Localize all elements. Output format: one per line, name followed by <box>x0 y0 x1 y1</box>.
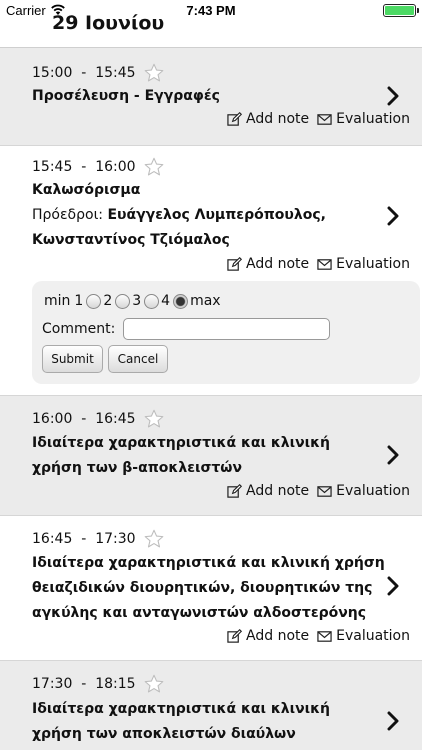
envelope-icon <box>317 630 332 642</box>
session-time: 15:00 - 15:45 <box>32 62 165 84</box>
time-separator: - <box>81 411 87 427</box>
chevron-right-icon[interactable] <box>386 206 400 226</box>
end-time: 15:45 <box>95 65 136 81</box>
add-note-button[interactable]: Add note <box>227 628 309 644</box>
envelope-icon <box>317 485 332 497</box>
evaluation-label: Evaluation <box>336 256 410 272</box>
min-label: min <box>44 293 71 309</box>
evaluation-button[interactable]: Evaluation <box>317 483 410 499</box>
max-label: max <box>190 293 221 309</box>
chevron-right-icon[interactable] <box>386 576 400 596</box>
end-time: 17:30 <box>95 531 136 547</box>
envelope-icon <box>317 258 332 270</box>
start-time: 15:45 <box>32 159 73 175</box>
status-bar: Carrier 7:43 PM <box>0 0 422 22</box>
session-actions: Add note Evaluation <box>219 111 410 127</box>
edit-icon <box>227 628 243 643</box>
star-icon[interactable] <box>143 673 165 695</box>
rating-radio-1[interactable] <box>86 293 102 309</box>
add-note-label: Add note <box>246 256 310 272</box>
edit-icon <box>227 111 243 126</box>
session-time: 16:00 - 16:45 <box>32 408 165 430</box>
session-actions: Add note Evaluation <box>219 256 410 272</box>
envelope-icon <box>317 113 332 125</box>
edit-icon <box>227 256 243 271</box>
session-actions: Add note Evaluation <box>219 483 410 499</box>
add-note-button[interactable]: Add note <box>227 483 309 499</box>
evaluation-label: Evaluation <box>336 483 410 499</box>
chairs-label: Πρόεδροι: <box>32 207 104 223</box>
end-time: 16:00 <box>95 159 136 175</box>
session-row[interactable]: 15:45 - 16:00 Καλωσόρισμα Πρόεδροι: Ευάγ… <box>0 146 422 396</box>
rating-option-label: 4 <box>161 293 171 309</box>
cancel-button[interactable]: Cancel <box>108 345 168 373</box>
time-separator: - <box>81 531 87 547</box>
start-time: 17:30 <box>32 676 73 692</box>
session-title: Ιδιαίτερα χαρακτηριστικά και κλινική χρή… <box>32 701 330 742</box>
evaluation-button[interactable]: Evaluation <box>317 111 410 127</box>
session-time: 15:45 - 16:00 <box>32 156 165 178</box>
start-time: 16:00 <box>32 411 73 427</box>
end-time: 18:15 <box>95 676 136 692</box>
end-time: 16:45 <box>95 411 136 427</box>
comment-input[interactable] <box>123 318 331 340</box>
add-note-button[interactable]: Add note <box>227 111 309 127</box>
rating-option-label: 3 <box>132 293 142 309</box>
add-note-button[interactable]: Add note <box>227 256 309 272</box>
evaluation-label: Evaluation <box>336 111 410 127</box>
session-row[interactable]: 17:30 - 18:15 Ιδιαίτερα χαρακτηριστικά κ… <box>0 661 422 750</box>
edit-icon <box>227 483 243 498</box>
session-time: 16:45 - 17:30 <box>32 528 165 550</box>
chevron-right-icon[interactable] <box>386 445 400 465</box>
battery-icon <box>383 4 419 17</box>
session-title: Ιδιαίτερα χαρακτηριστικά και κλινική χρή… <box>32 435 330 476</box>
evaluation-label: Evaluation <box>336 628 410 644</box>
session-actions: Add note Evaluation <box>219 628 410 644</box>
session-chairs: Πρόεδροι: Ευάγγελος Λυμπερόπουλος, Κωνστ… <box>32 203 392 253</box>
add-note-label: Add note <box>246 628 310 644</box>
star-icon[interactable] <box>143 408 165 430</box>
session-row[interactable]: 16:00 - 16:45 Ιδιαίτερα χαρακτηριστικά κ… <box>0 396 422 516</box>
time-separator: - <box>81 159 87 175</box>
chevron-right-icon[interactable] <box>386 711 400 731</box>
submit-button[interactable]: Submit <box>42 345 103 373</box>
evaluation-button[interactable]: Evaluation <box>317 256 410 272</box>
start-time: 16:45 <box>32 531 73 547</box>
comment-label: Comment: <box>42 321 116 337</box>
session-row[interactable]: 16:45 - 17:30 Ιδιαίτερα χαρακτηριστικά κ… <box>0 516 422 661</box>
rating-radio-max[interactable] <box>173 293 189 309</box>
session-title: Προσέλευση - Εγγραφές <box>32 88 220 104</box>
star-icon[interactable] <box>143 156 165 178</box>
star-icon[interactable] <box>143 528 165 550</box>
star-icon[interactable] <box>143 62 165 84</box>
clock: 7:43 PM <box>186 3 236 18</box>
session-time: 17:30 - 18:15 <box>32 673 165 695</box>
add-note-label: Add note <box>246 111 310 127</box>
rating-radio-3[interactable] <box>144 293 160 309</box>
rating-radio-2[interactable] <box>115 293 131 309</box>
session-title: Ιδιαίτερα χαρακτηριστικά και κλινική χρή… <box>32 555 385 621</box>
time-separator: - <box>81 676 87 692</box>
rating-option-label: 2 <box>103 293 113 309</box>
session-row[interactable]: 15:00 - 15:45 Προσέλευση - Εγγραφές Add … <box>0 48 422 146</box>
time-separator: - <box>81 65 87 81</box>
start-time: 15:00 <box>32 65 73 81</box>
rating-row: min 1 2 3 4 max <box>42 293 223 309</box>
evaluation-button[interactable]: Evaluation <box>317 628 410 644</box>
add-note-label: Add note <box>246 483 310 499</box>
rating-option-label: 1 <box>74 293 84 309</box>
session-title: Καλωσόρισμα <box>32 182 141 198</box>
chevron-right-icon[interactable] <box>386 86 400 106</box>
comment-row: Comment: <box>42 318 331 340</box>
evaluation-form: min 1 2 3 4 max Comment: Submit Cancel <box>32 281 420 384</box>
